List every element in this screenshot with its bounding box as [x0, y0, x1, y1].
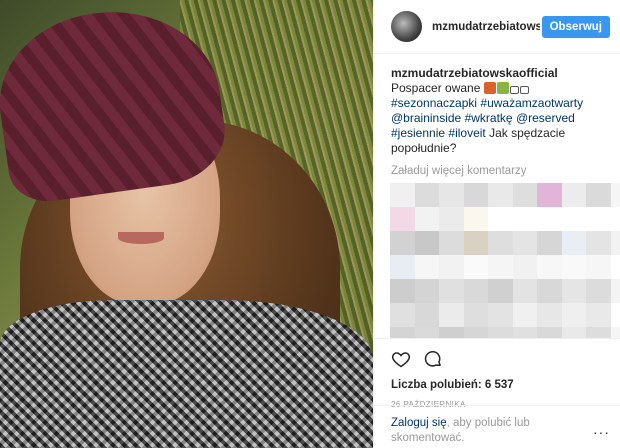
blurred-comment-cell [390, 231, 415, 255]
blurred-comment-cell [512, 183, 537, 207]
blurred-comment-cell [439, 255, 464, 279]
blurred-comment-cell [512, 231, 537, 255]
blurred-comment-cell [586, 183, 611, 207]
blurred-comments [390, 183, 620, 339]
header-username[interactable]: mzmudatrzebiatows [432, 21, 540, 33]
photo-houndstooth-coat [0, 300, 373, 448]
blurred-comment-cell [512, 279, 537, 303]
blurred-comment-cell [586, 207, 611, 231]
load-more-comments-link[interactable]: Załaduj więcej komentarzy [391, 165, 603, 177]
blurred-comment-cell [439, 303, 464, 327]
glasses-emoji-icon-2 [519, 86, 529, 94]
blurred-comment-cell [537, 303, 562, 327]
blurred-comment-cell [488, 231, 513, 255]
action-icons [391, 347, 604, 371]
blurred-comment-cell [414, 279, 439, 303]
blurred-comment-cell [463, 183, 488, 207]
blurred-comment-cell [512, 207, 537, 231]
maple-leaf-emoji-icon [483, 82, 496, 94]
blurred-comment-cell [390, 183, 415, 207]
blurred-comment-cell [586, 231, 611, 255]
caption-text: Pospacer owane [391, 81, 481, 95]
hashtag-sezonnaczapki[interactable]: #sezonnaczapki [391, 96, 477, 110]
blurred-comment-cell [561, 231, 586, 255]
hashtag-jesiennie[interactable]: #jesiennie [391, 126, 445, 140]
comment-icon[interactable] [423, 349, 443, 369]
blurred-comment-cell [512, 255, 537, 279]
blurred-comment-cell [488, 279, 513, 303]
blurred-comment-cell [488, 183, 513, 207]
mention-reserved[interactable]: @reserved [516, 111, 575, 125]
blurred-comment-cell [414, 231, 439, 255]
blurred-comment-cell [586, 255, 611, 279]
post-side-panel: mzmudatrzebiatows Obserwuj mzmudatrzebia… [373, 0, 620, 448]
blurred-comment-cell [586, 279, 611, 303]
photo-lips [118, 232, 164, 244]
blurred-comment-cell [561, 183, 586, 207]
blurred-comment-cell [463, 255, 488, 279]
caption-username[interactable]: mzmudatrzebiatowskaofficial [391, 66, 558, 80]
blurred-comment-cell [414, 303, 439, 327]
blurred-comment-cell [561, 303, 586, 327]
blurred-comment-cell [610, 231, 620, 255]
blurred-comment-cell [390, 255, 415, 279]
blurred-comment-cell [390, 303, 415, 327]
likes-count[interactable]: Liczba polubień: 6 537 [391, 379, 604, 391]
heart-icon[interactable] [391, 349, 411, 369]
post-header: mzmudatrzebiatows Obserwuj [374, 0, 620, 54]
post-caption: mzmudatrzebiatowskaofficial Pospacer owa… [391, 66, 603, 156]
blurred-comment-cell [488, 255, 513, 279]
blurred-comment-cell [414, 207, 439, 231]
glasses-emoji-icon [509, 86, 519, 94]
blurred-comment-cell [586, 303, 611, 327]
blurred-comment-cell [537, 207, 562, 231]
blurred-comment-cell [414, 183, 439, 207]
hashtag-iloveit[interactable]: #iloveit [448, 126, 485, 140]
blurred-comment-cell [561, 207, 586, 231]
mention-braininside[interactable]: @braininside [391, 111, 461, 125]
blurred-comment-cell [414, 255, 439, 279]
blurred-comment-cell [439, 231, 464, 255]
login-prompt: Zaloguj się, aby polubić lub skomentować… [374, 405, 620, 448]
blurred-comment-cell [537, 231, 562, 255]
post-actions: Liczba polubień: 6 537 26 PAŹDZIERNIKA [374, 338, 620, 409]
blurred-comment-cell [463, 207, 488, 231]
hashtag-wkratke[interactable]: #wkratkę [465, 111, 513, 125]
blurred-comment-cell [610, 183, 620, 207]
follow-button[interactable]: Obserwuj [541, 15, 610, 38]
blurred-comment-cell [537, 183, 562, 207]
blurred-comment-cell [610, 303, 620, 327]
blurred-comment-cell [463, 303, 488, 327]
blurred-comment-cell [537, 279, 562, 303]
post-photo [0, 0, 373, 448]
avatar[interactable] [391, 11, 422, 42]
comments-area: mzmudatrzebiatowskaofficial Pospacer owa… [374, 54, 620, 339]
blurred-comment-cell [512, 303, 537, 327]
blurred-comment-cell [488, 303, 513, 327]
login-link[interactable]: Zaloguj się [391, 417, 447, 429]
blurred-comment-cell [610, 279, 620, 303]
blurred-comment-cell [561, 255, 586, 279]
blurred-comment-cell [463, 231, 488, 255]
blurred-comment-cell [561, 279, 586, 303]
blurred-comment-cell [610, 255, 620, 279]
blurred-comment-cell [439, 183, 464, 207]
blurred-comment-cell [390, 207, 415, 231]
blurred-comment-cell [488, 207, 513, 231]
leaves-emoji-icon [496, 82, 509, 94]
more-options-icon[interactable]: ··· [593, 424, 610, 440]
blurred-comment-cell [390, 279, 415, 303]
blurred-comment-cell [439, 279, 464, 303]
blurred-comment-cell [439, 207, 464, 231]
hashtag-uwazamzaotwarty[interactable]: #uważamzaotwarty [480, 96, 583, 110]
blurred-comment-cell [537, 255, 562, 279]
blurred-comment-cell [463, 279, 488, 303]
blurred-comment-cell [610, 207, 620, 231]
